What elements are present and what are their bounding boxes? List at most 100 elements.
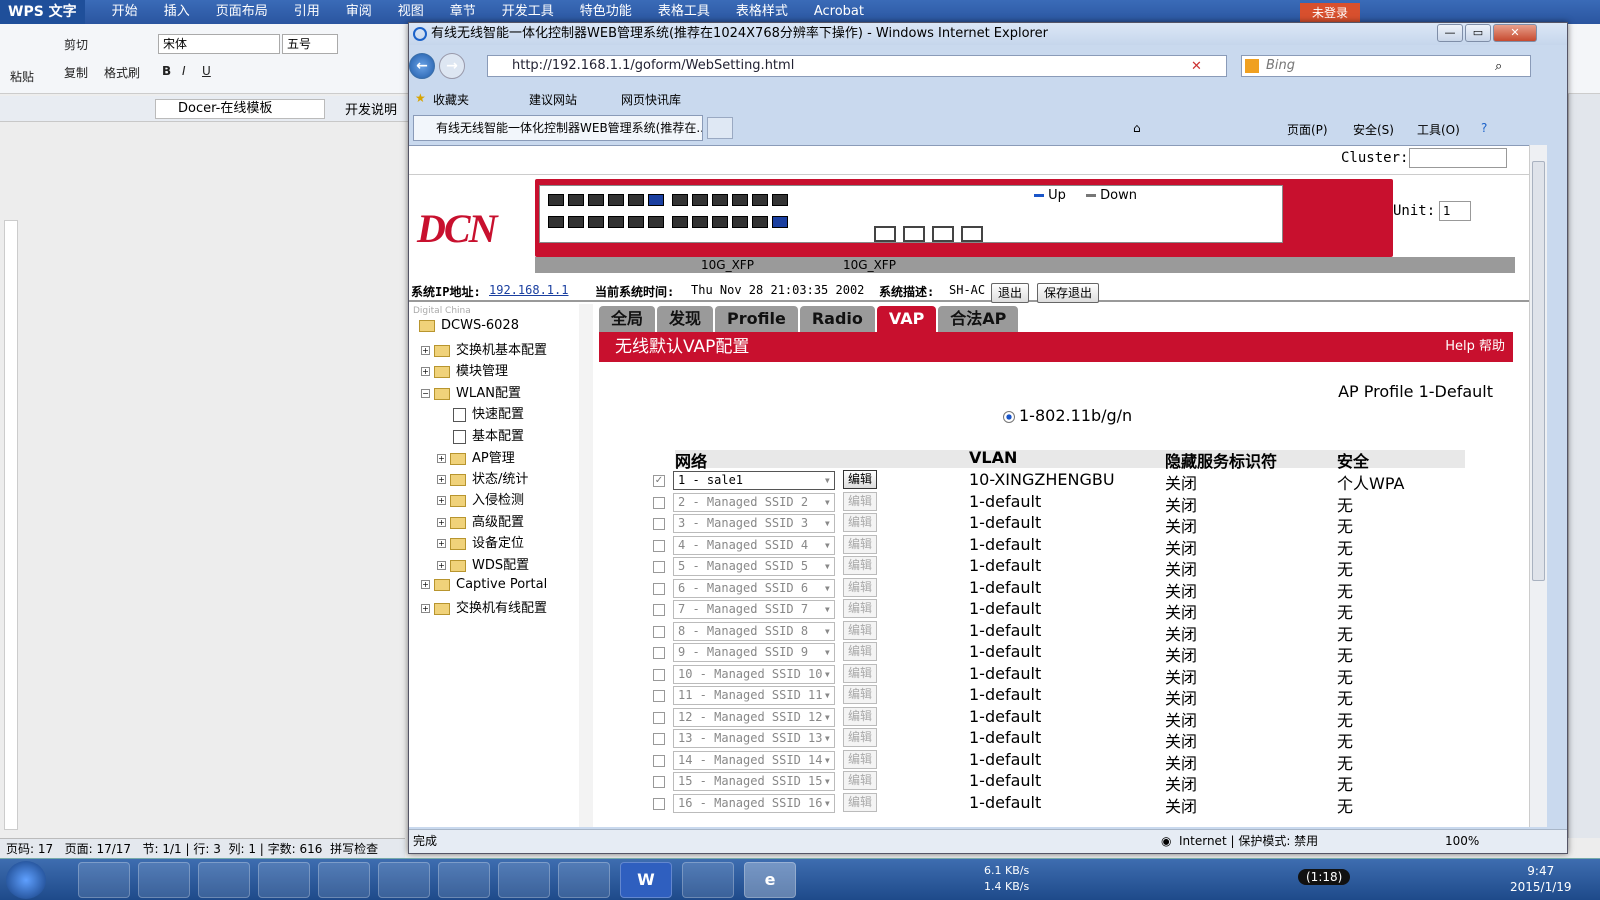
network-select[interactable]: 8 - Managed SSID 8	[673, 621, 835, 641]
chrome-icon[interactable]	[258, 862, 310, 898]
network-select[interactable]: 2 - Managed SSID 2	[673, 492, 835, 512]
port-icon[interactable]	[648, 216, 664, 228]
wps-tab[interactable]: 页面布局	[203, 0, 281, 24]
port-icon[interactable]	[568, 216, 584, 228]
outlook-icon[interactable]	[378, 862, 430, 898]
tree-scrollbar[interactable]	[579, 304, 593, 827]
wps-tab[interactable]: 表格样式	[723, 0, 801, 24]
port-icon[interactable]	[628, 194, 644, 206]
wps-tab[interactable]: 视图	[385, 0, 437, 24]
port-icon[interactable]	[588, 216, 604, 228]
row-checkbox[interactable]	[653, 711, 665, 724]
sfp-port-icon[interactable]	[961, 226, 983, 242]
port-icon[interactable]	[548, 216, 564, 228]
port-icon[interactable]	[608, 216, 624, 228]
wps-icon[interactable]: W	[620, 862, 672, 898]
row-checkbox[interactable]	[653, 604, 665, 616]
font-family-select[interactable]: 宋体	[158, 34, 280, 54]
italic-icon[interactable]: I	[182, 64, 186, 78]
port-icon[interactable]	[772, 194, 788, 206]
edit-button[interactable]: 编辑	[843, 513, 877, 532]
port-icon[interactable]	[628, 216, 644, 228]
edit-button[interactable]: 编辑	[843, 771, 877, 790]
wps-tab[interactable]: 引用	[281, 0, 333, 24]
window-icon[interactable]	[682, 862, 734, 898]
row-checkbox[interactable]	[653, 647, 665, 659]
sfp-port-icon[interactable]	[903, 226, 925, 242]
row-checkbox[interactable]: ✓	[653, 475, 665, 487]
port-icon[interactable]	[712, 194, 728, 206]
tab-vap[interactable]: VAP	[876, 306, 937, 332]
back-icon[interactable]: ←	[409, 53, 435, 79]
app-icon[interactable]	[138, 862, 190, 898]
network-select[interactable]: 3 - Managed SSID 3	[673, 514, 835, 533]
row-checkbox[interactable]	[653, 733, 665, 745]
port-icon[interactable]	[732, 216, 748, 228]
row-checkbox[interactable]	[653, 561, 665, 573]
port-icon[interactable]	[732, 194, 748, 206]
unit-select[interactable]: 1	[1439, 201, 1471, 221]
doc-tab-docer[interactable]: Docer-在线模板	[155, 99, 325, 119]
network-select[interactable]: 5 - Managed SSID 5	[673, 557, 835, 576]
favorites-button[interactable]: 收藏夹	[433, 91, 469, 108]
favorites-star-icon[interactable]: ★	[415, 91, 426, 105]
web-slice-link[interactable]: 网页快讯库	[621, 91, 681, 108]
page-menu[interactable]: 页面(P)	[1287, 121, 1328, 138]
row-checkbox[interactable]	[653, 668, 665, 681]
tree-item[interactable]: + 状态/统计	[437, 468, 528, 487]
tree-item[interactable]: + WDS配置	[437, 554, 529, 573]
edit-button[interactable]: 编辑	[843, 749, 877, 769]
search-input[interactable]: Bing	[1241, 55, 1531, 77]
computer-icon[interactable]	[78, 862, 130, 898]
edit-button[interactable]: 编辑	[843, 577, 877, 597]
color-icon[interactable]	[498, 862, 550, 898]
tree-item[interactable]: + Captive Portal	[421, 577, 547, 592]
url-input[interactable]: http://192.168.1.1/goform/WebSetting.htm…	[487, 55, 1227, 77]
edit-button[interactable]: 编辑	[843, 728, 877, 747]
network-select[interactable]: 6 - Managed SSID 6	[673, 578, 835, 598]
minimize-button[interactable]: —	[1437, 24, 1463, 42]
row-checkbox[interactable]	[653, 625, 665, 638]
tab-discovery[interactable]: 发现	[657, 306, 714, 332]
tree-item[interactable]: + 交换机基本配置	[421, 339, 547, 358]
tree-item[interactable]: + AP管理	[437, 447, 515, 466]
port-icon[interactable]	[752, 194, 768, 206]
ie-taskbar-icon[interactable]: e	[744, 862, 796, 898]
home-icon[interactable]: ⌂	[1133, 121, 1141, 135]
edit-button[interactable]: 编辑	[843, 706, 877, 726]
edit-button[interactable]: 编辑	[843, 642, 877, 661]
page-scrollbar[interactable]	[1529, 145, 1547, 827]
maximize-button[interactable]: ▭	[1465, 24, 1491, 42]
suggested-sites-link[interactable]: 建议网站	[529, 91, 577, 108]
wps-tab[interactable]: 插入	[151, 0, 203, 24]
underline-icon[interactable]: U	[202, 64, 211, 78]
tool-icon[interactable]	[438, 862, 490, 898]
port-icon[interactable]	[692, 216, 708, 228]
row-checkbox[interactable]	[653, 582, 665, 595]
wps-tab[interactable]: 开始	[99, 0, 151, 24]
network-select[interactable]: 10 - Managed SSID 10	[673, 664, 835, 684]
explorer-icon[interactable]	[318, 862, 370, 898]
row-checkbox[interactable]	[653, 754, 665, 767]
edit-button[interactable]: 编辑	[843, 620, 877, 640]
app2-icon[interactable]	[558, 862, 610, 898]
font-size-select[interactable]: 五号	[282, 34, 338, 54]
help-icon[interactable]: ?	[1481, 121, 1487, 135]
sfp-port-icon[interactable]	[932, 226, 954, 242]
folder-icon[interactable]	[198, 862, 250, 898]
forward-icon[interactable]: →	[439, 53, 465, 79]
login-button[interactable]: 未登录	[1299, 3, 1360, 22]
clock[interactable]: 9:47 2015/1/19	[1510, 863, 1572, 895]
port-icon[interactable]	[752, 216, 768, 228]
wps-tab[interactable]: 开发工具	[489, 0, 567, 24]
row-checkbox[interactable]	[653, 539, 665, 552]
tree-item[interactable]: + 入侵检测	[437, 489, 524, 508]
copy-button[interactable]: 复制	[64, 64, 88, 81]
tab-profile[interactable]: Profile	[715, 306, 798, 332]
network-select[interactable]: 16 - Managed SSID 16	[673, 793, 835, 813]
sfp-port-icon[interactable]	[874, 226, 896, 242]
wps-app-menu[interactable]: WPS 文字	[0, 0, 85, 24]
scroll-thumb[interactable]	[1532, 161, 1545, 581]
edit-button[interactable]: 编辑	[843, 534, 877, 554]
search-icon[interactable]: ⌕	[1495, 59, 1502, 74]
